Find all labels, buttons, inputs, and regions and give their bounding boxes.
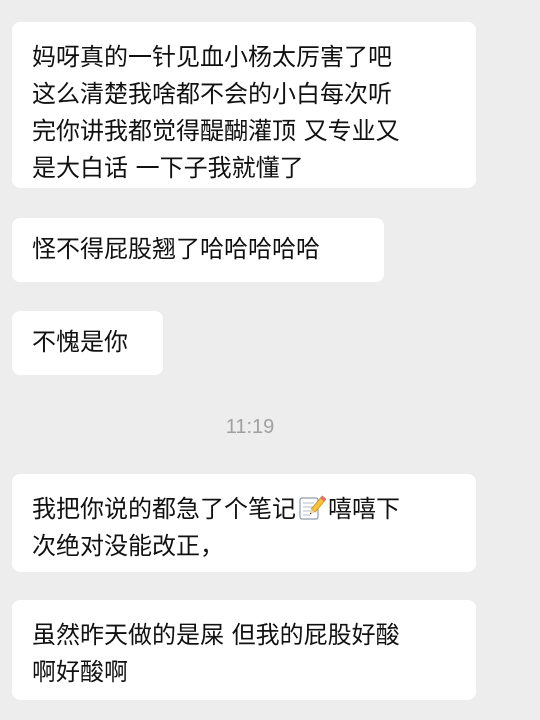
- message-bubble[interactable]: 不愧是你: [12, 311, 163, 375]
- message-text: 是大白话 一下子我就懂了: [32, 154, 304, 182]
- memo-icon: [298, 494, 327, 522]
- message-text: 我把你说的都急了个笔记: [32, 495, 296, 523]
- message-line: 我把你说的都急了个笔记 嘻嘻下: [32, 491, 456, 528]
- message-text: 这么清楚我啥都不会的小白每次听: [32, 80, 392, 108]
- message-text: 啊好酸啊: [32, 658, 128, 686]
- message-text: 妈呀真的一针见血小杨太厉害了吧: [32, 43, 392, 71]
- message-text: 完你讲我都觉得醍醐灌顶 又专业又: [32, 117, 400, 145]
- message-bubble[interactable]: 虽然昨天做的是屎 但我的屁股好酸 啊好酸啊: [12, 600, 476, 700]
- message-timestamp: 11:19: [225, 416, 275, 438]
- message-bubble[interactable]: 我把你说的都急了个笔记 嘻嘻下 次绝对没能改正，: [12, 474, 476, 572]
- message-text: 怪不得屁股翘了哈哈哈哈哈: [32, 235, 320, 263]
- message-text: 不愧是你: [32, 328, 128, 356]
- message-text: 虽然昨天做的是屎 但我的屁股好酸: [32, 621, 400, 649]
- chat-window: 妈呀真的一针见血小杨太厉害了吧 这么清楚我啥都不会的小白每次听 完你讲我都觉得醍…: [0, 0, 540, 720]
- message-bubble[interactable]: 怪不得屁股翘了哈哈哈哈哈: [12, 218, 384, 282]
- message-bubble[interactable]: 妈呀真的一针见血小杨太厉害了吧 这么清楚我啥都不会的小白每次听 完你讲我都觉得醍…: [12, 22, 476, 188]
- message-text: 嘻嘻下: [328, 495, 400, 523]
- message-text: 次绝对没能改正，: [32, 532, 224, 560]
